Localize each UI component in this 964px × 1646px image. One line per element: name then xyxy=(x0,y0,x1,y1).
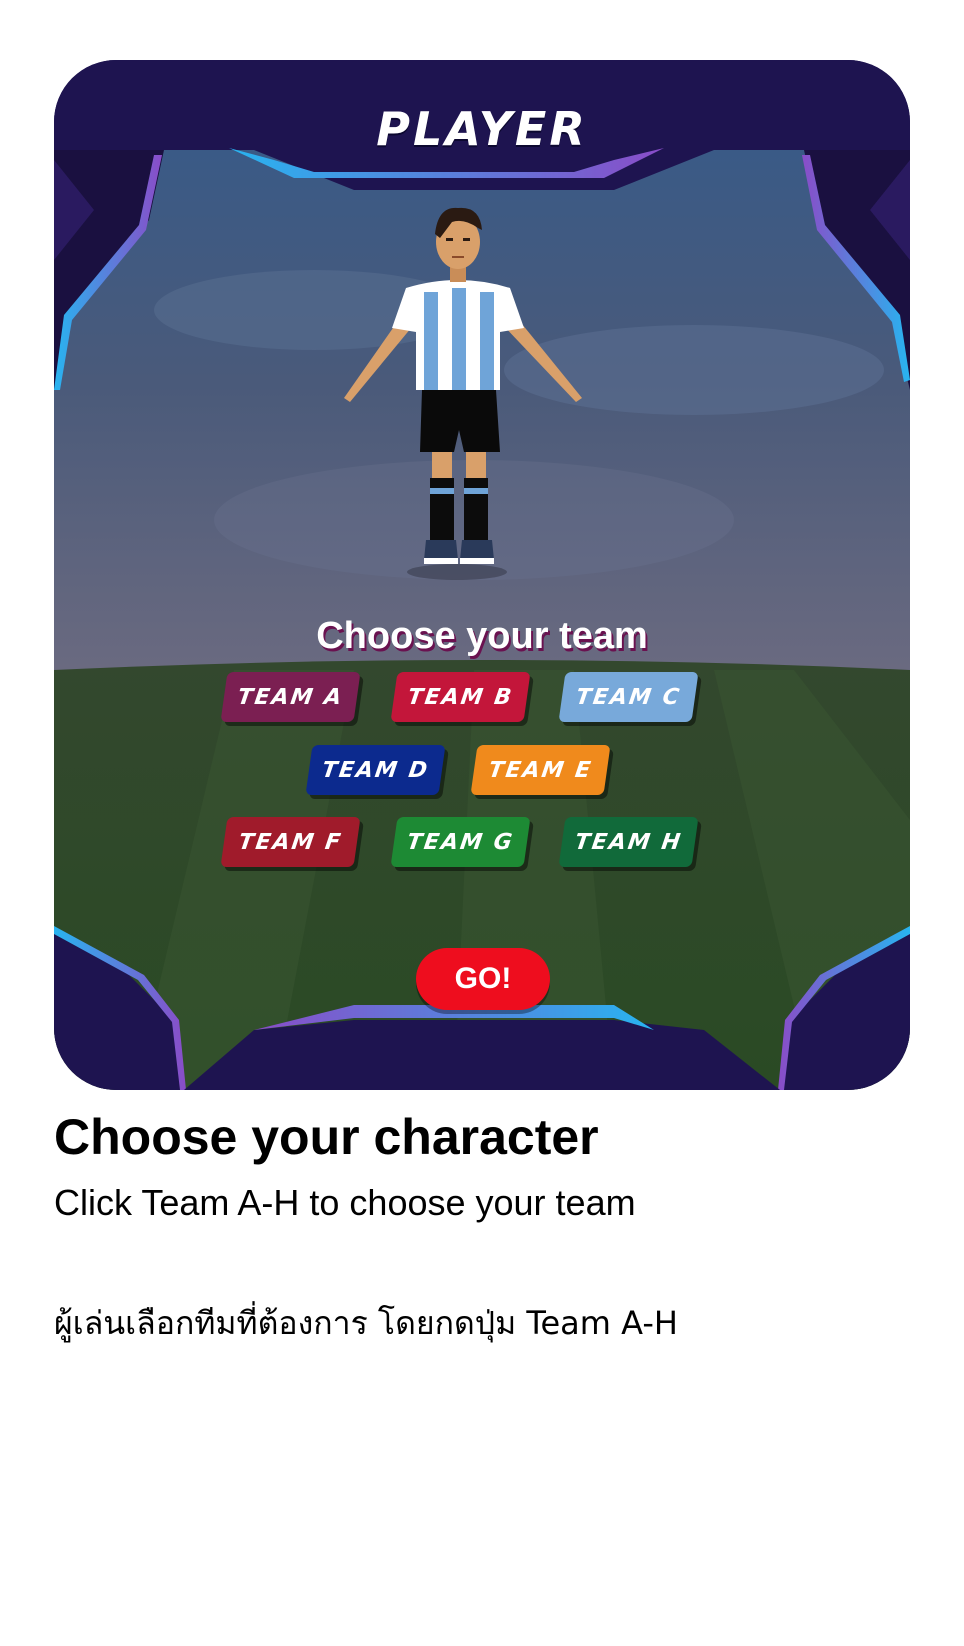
team-button-label: TEAM A xyxy=(235,684,346,710)
team-button-label: TEAM E xyxy=(486,757,595,783)
caption-title: Choose your character xyxy=(54,1109,599,1165)
team-button-label: TEAM F xyxy=(236,829,345,855)
go-button-label: GO! xyxy=(454,962,512,995)
player-title: PLAYER xyxy=(376,102,588,156)
team-button-b[interactable]: TEAM B xyxy=(390,672,531,722)
team-button-label: TEAM B xyxy=(406,684,515,710)
team-button-e[interactable]: TEAM E xyxy=(470,745,611,795)
team-button-f[interactable]: TEAM F xyxy=(220,817,361,867)
team-button-label: TEAM G xyxy=(405,829,516,855)
choose-team-heading: Choose your team xyxy=(316,615,648,657)
caption-thai: ผู้เล่นเลือกทีมที่ต้องการ โดยกดปุ่ม Team… xyxy=(54,1304,678,1342)
game-scene xyxy=(54,60,910,1090)
team-button-label: TEAM H xyxy=(573,829,684,855)
team-button-a[interactable]: TEAM A xyxy=(220,672,361,722)
team-button-g[interactable]: TEAM G xyxy=(390,817,531,867)
go-button[interactable]: GO! xyxy=(416,948,550,1010)
team-button-c[interactable]: TEAM C xyxy=(558,672,699,722)
caption-subtitle: Click Team A-H to choose your team xyxy=(54,1182,636,1223)
team-button-h[interactable]: TEAM H xyxy=(558,817,699,867)
team-button-d[interactable]: TEAM D xyxy=(305,745,446,795)
team-button-label: TEAM D xyxy=(320,757,431,783)
team-button-label: TEAM C xyxy=(574,684,683,710)
game-card: PLAYER Choose your team TEAM A TEAM B TEAM… xyxy=(54,60,910,1090)
